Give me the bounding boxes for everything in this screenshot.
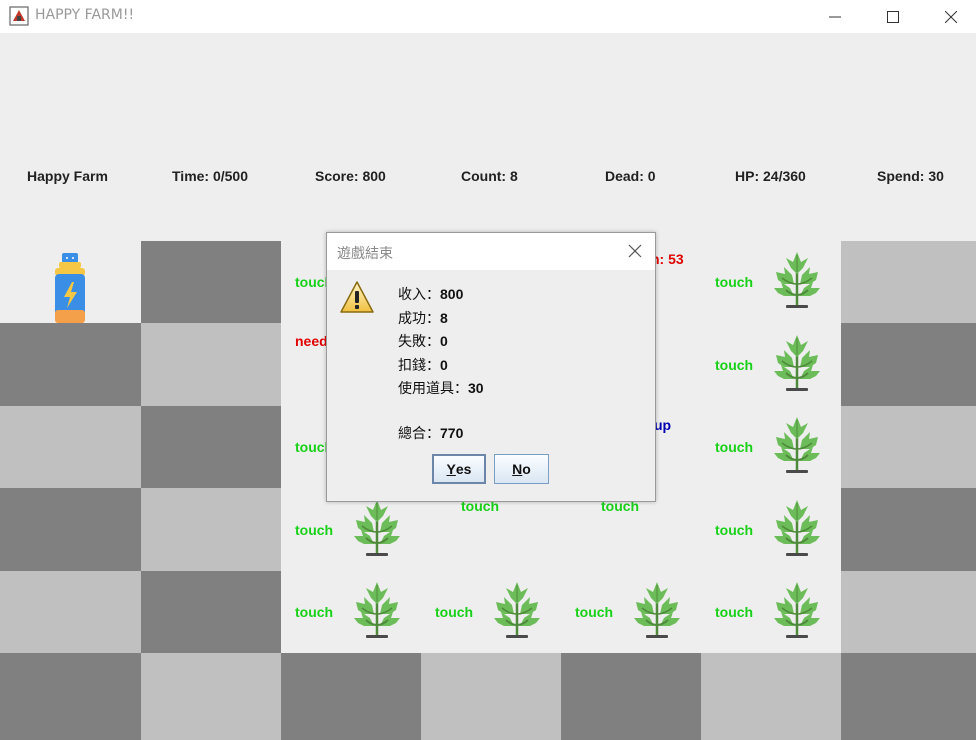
- field-tile[interactable]: [841, 653, 976, 740]
- income-label: 收入：: [398, 287, 440, 303]
- touch-label: touch: [715, 357, 754, 373]
- field-tile[interactable]: [701, 653, 841, 740]
- items-label: 使用道具：: [398, 381, 468, 397]
- total-line: 總合：770: [398, 422, 484, 446]
- no-mnemonic: N: [512, 461, 523, 477]
- field-tile[interactable]: [141, 653, 281, 740]
- hemp-plant-icon[interactable]: [772, 580, 822, 640]
- yes-label-rest: es: [455, 461, 472, 477]
- hemp-plant-icon[interactable]: [772, 250, 822, 310]
- field-tile[interactable]: [561, 653, 701, 740]
- success-label: 成功：: [398, 310, 440, 327]
- yes-mnemonic: Y: [446, 461, 456, 477]
- hemp-plant-icon[interactable]: [632, 580, 682, 640]
- field-tile[interactable]: [0, 653, 141, 740]
- touch-label: touch: [435, 604, 474, 620]
- field-tile[interactable]: [0, 488, 141, 571]
- warning-icon: [340, 281, 374, 313]
- fail-line: 失敗：0: [398, 330, 484, 354]
- deduct-line: 扣錢：0: [398, 354, 484, 378]
- touch-label: touch: [295, 604, 334, 620]
- deduct-label: 扣錢：: [398, 357, 440, 374]
- fail-value: 0: [440, 333, 448, 349]
- field-tile[interactable]: [841, 488, 976, 571]
- field-tile[interactable]: [0, 571, 141, 653]
- field-tile[interactable]: [281, 653, 421, 740]
- field-tile[interactable]: [141, 323, 281, 406]
- hemp-plant-icon[interactable]: [772, 415, 822, 475]
- income-value: 800: [440, 286, 464, 302]
- field-tile[interactable]: [141, 406, 281, 488]
- touch-label: touch: [575, 604, 614, 620]
- touch-label: touch: [295, 522, 334, 538]
- field-tile[interactable]: [841, 406, 976, 488]
- field-tile[interactable]: [0, 323, 141, 406]
- hemp-plant-icon[interactable]: [772, 498, 822, 558]
- field-tile[interactable]: [841, 571, 976, 653]
- close-icon[interactable]: [627, 243, 643, 259]
- game-over-dialog: 遊戲結束 收入：800 成功：8 失敗：0 扣錢：0 使用道具：30 總合：77…: [326, 232, 656, 502]
- fail-label: 失敗：: [398, 334, 440, 350]
- touch-label: touch: [715, 274, 754, 290]
- need-label: need: [295, 333, 328, 349]
- touch-label: touch: [715, 439, 754, 455]
- items-line: 使用道具：30: [398, 377, 484, 401]
- field-tile[interactable]: [141, 571, 281, 653]
- items-value: 30: [468, 380, 484, 396]
- no-label-rest: o: [522, 461, 531, 477]
- field-tile[interactable]: [841, 241, 976, 323]
- dialog-titlebar: 遊戲結束: [327, 233, 655, 270]
- success-line: 成功：8: [398, 307, 484, 331]
- energy-drink-icon[interactable]: [51, 252, 89, 324]
- dialog-title: 遊戲結束: [337, 246, 393, 262]
- field-tile[interactable]: [0, 406, 141, 488]
- hemp-plant-icon[interactable]: [772, 333, 822, 393]
- field-tile[interactable]: [421, 653, 561, 740]
- touch-label: touch: [715, 522, 754, 538]
- deduct-value: 0: [440, 356, 448, 373]
- status-label: up: [654, 417, 672, 433]
- total-value: 770: [440, 424, 464, 441]
- field-tile[interactable]: [841, 323, 976, 406]
- total-label: 總合：: [398, 425, 440, 442]
- hemp-plant-icon[interactable]: [492, 580, 542, 640]
- touch-label: touch: [715, 604, 754, 620]
- yes-button[interactable]: Yes: [432, 454, 486, 484]
- hemp-plant-icon[interactable]: [352, 580, 402, 640]
- result-summary: 收入：800 成功：8 失敗：0 扣錢：0 使用道具：30 總合：770: [398, 283, 484, 445]
- income-line: 收入：800: [398, 283, 484, 307]
- hemp-plant-icon[interactable]: [352, 498, 402, 558]
- success-value: 8: [440, 309, 448, 326]
- field-tile[interactable]: [141, 241, 281, 323]
- field-tile[interactable]: [141, 488, 281, 571]
- no-button[interactable]: No: [494, 454, 549, 484]
